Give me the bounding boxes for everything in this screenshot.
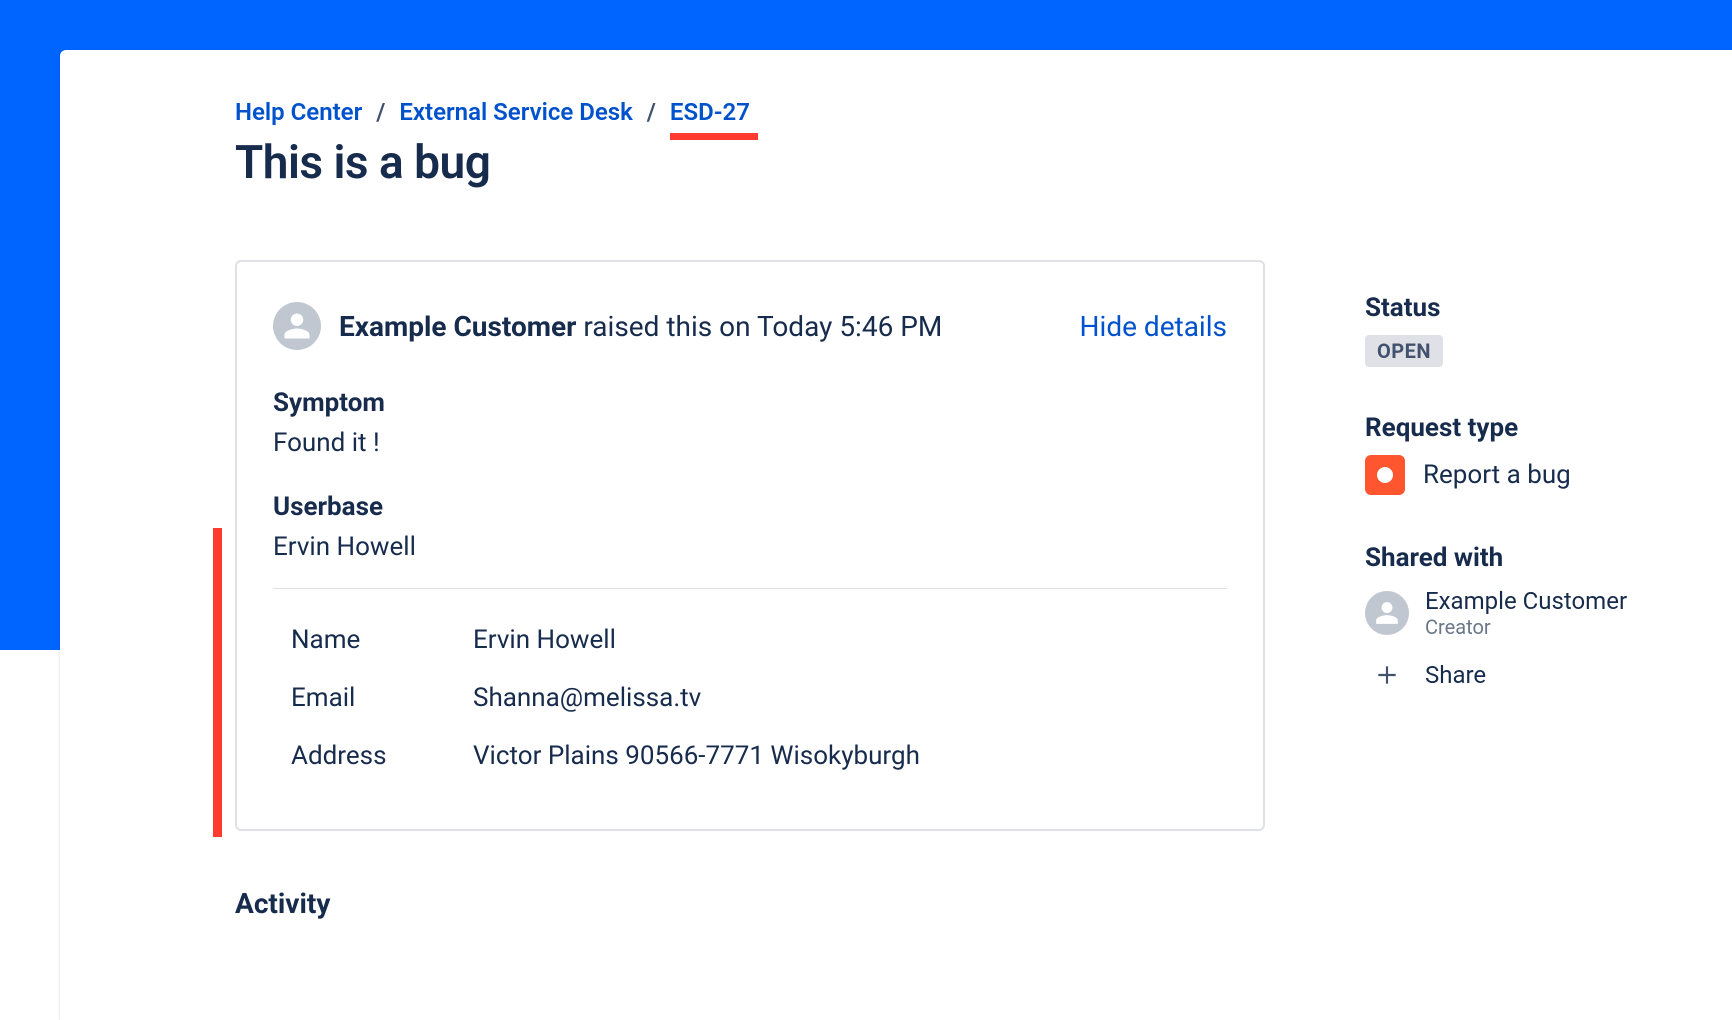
sidebar: Status OPEN Request type Report a bug Sh… <box>1365 98 1715 920</box>
field-row-address: Address Victor Plains 90566-7771 Wisokyb… <box>273 727 1227 785</box>
symptom-text: Found it ! <box>273 428 1227 458</box>
request-type-value: Report a bug <box>1423 460 1571 490</box>
header-curve <box>0 0 60 650</box>
highlight-marker <box>213 528 222 837</box>
field-row-name: Name Ervin Howell <box>273 611 1227 669</box>
userbase-name: Ervin Howell <box>273 532 1227 562</box>
breadcrumb: Help Center / External Service Desk / ES… <box>235 98 1265 126</box>
request-type-heading: Request type <box>1365 413 1715 443</box>
raised-on-text: raised this on Today 5:46 PM <box>576 310 942 343</box>
breadcrumb-link-help-center[interactable]: Help Center <box>235 98 362 126</box>
field-row-email: Email Shanna@melissa.tv <box>273 669 1227 727</box>
shared-user-name: Example Customer <box>1425 587 1627 615</box>
field-key: Address <box>291 741 473 771</box>
details-card: Example Customer raised this on Today 5:… <box>235 260 1265 831</box>
shared-user-role: Creator <box>1425 615 1627 639</box>
field-key: Email <box>291 683 473 713</box>
raised-by-name: Example Customer <box>339 310 576 343</box>
hide-details-link[interactable]: Hide details <box>1080 310 1227 343</box>
avatar <box>1365 591 1409 635</box>
status-heading: Status <box>1365 293 1715 323</box>
userbase-label: Userbase <box>273 492 1227 522</box>
share-label: Share <box>1425 661 1486 689</box>
status-badge: OPEN <box>1365 335 1443 367</box>
symptom-label: Symptom <box>273 388 1227 418</box>
shared-user-row: Example Customer Creator <box>1365 587 1715 639</box>
field-val: Ervin Howell <box>473 625 616 655</box>
person-icon <box>1374 600 1400 626</box>
field-val: Victor Plains 90566-7771 Wisokyburgh <box>473 741 920 771</box>
card-header: Example Customer raised this on Today 5:… <box>273 302 1227 350</box>
field-key: Name <box>291 625 473 655</box>
page-card: Help Center / External Service Desk / ES… <box>60 50 1732 1020</box>
person-icon <box>282 311 312 341</box>
breadcrumb-link-ticket-id[interactable]: ESD-27 <box>670 98 750 126</box>
breadcrumb-separator: / <box>647 98 656 126</box>
field-val: Shanna@melissa.tv <box>473 683 701 713</box>
breadcrumb-link-service-desk[interactable]: External Service Desk <box>399 98 632 126</box>
divider <box>273 588 1227 589</box>
request-type-row: Report a bug <box>1365 455 1715 495</box>
page-title: This is a bug <box>235 136 1265 190</box>
shared-with-heading: Shared with <box>1365 543 1715 573</box>
share-button[interactable]: Share <box>1365 653 1715 697</box>
breadcrumb-separator: / <box>376 98 385 126</box>
activity-heading: Activity <box>235 887 1265 920</box>
plus-icon <box>1365 653 1409 697</box>
raised-by-text: Example Customer raised this on Today 5:… <box>339 310 942 343</box>
avatar <box>273 302 321 350</box>
bug-icon <box>1365 455 1405 495</box>
